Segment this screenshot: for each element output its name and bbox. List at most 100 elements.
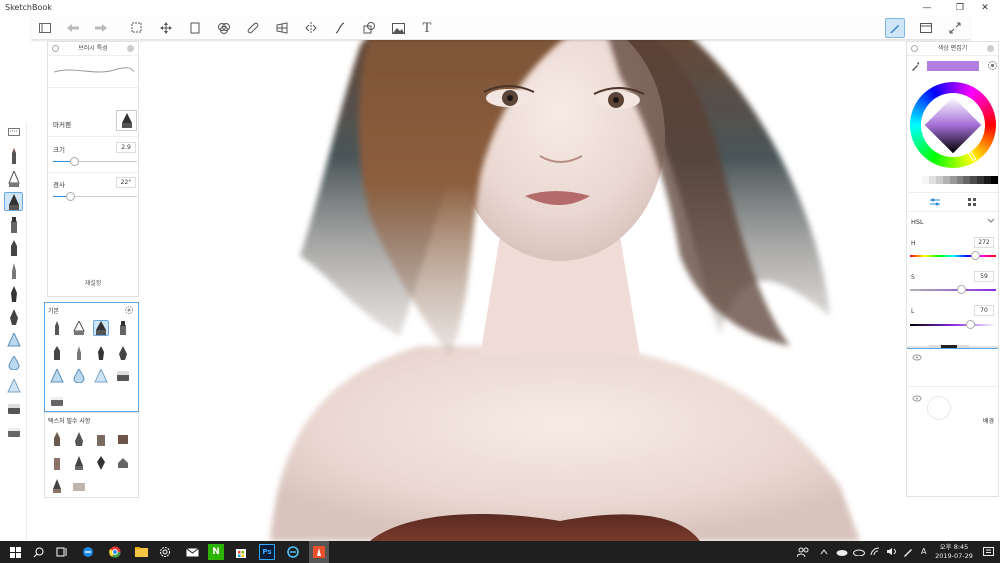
felt-pen-icon[interactable] <box>115 320 131 336</box>
color-settings-icon[interactable] <box>987 60 998 71</box>
swatches-tab-icon[interactable] <box>967 197 977 207</box>
ie-icon[interactable] <box>285 544 301 560</box>
color-swatch[interactable] <box>970 176 978 184</box>
symmetry-icon[interactable] <box>301 18 321 38</box>
chisel-brush-icon[interactable] <box>4 307 23 326</box>
color-swatch[interactable] <box>928 176 936 184</box>
saturation-slider[interactable] <box>910 285 996 294</box>
color-swatch[interactable] <box>942 176 950 184</box>
color-mode-select[interactable]: HSL <box>911 218 924 226</box>
eye-icon[interactable] <box>912 395 922 402</box>
size-value[interactable]: 2.9 <box>116 142 136 153</box>
current-color-swatch[interactable] <box>927 61 979 71</box>
color-swatch[interactable] <box>991 176 998 184</box>
lightness-value[interactable]: 70 <box>974 305 994 316</box>
angle-slider[interactable] <box>53 192 137 201</box>
ime-indicator[interactable]: A <box>921 541 926 563</box>
marker-brush-icon[interactable] <box>4 192 23 211</box>
panel-close-icon[interactable] <box>127 45 134 52</box>
hue-value[interactable]: 272 <box>974 237 994 248</box>
hue-slider-knob[interactable] <box>971 251 980 260</box>
close-icon[interactable]: ✕ <box>970 0 1000 16</box>
brush-thumbnail-button[interactable] <box>116 110 137 131</box>
airbrush-icon[interactable] <box>4 330 23 349</box>
color-wheel[interactable] <box>910 82 996 168</box>
saturation-slider-knob[interactable] <box>957 285 966 294</box>
stroke-icon[interactable] <box>330 18 350 38</box>
texture-brush-icon[interactable] <box>115 431 131 447</box>
chevron-down-icon[interactable] <box>987 218 995 224</box>
chevron-up-icon[interactable] <box>820 541 828 563</box>
saturation-value[interactable]: 59 <box>974 271 994 282</box>
pencil-brush-icon[interactable] <box>49 320 65 336</box>
color-swatch[interactable] <box>956 176 964 184</box>
chrome-icon[interactable] <box>107 544 123 560</box>
hard-eraser-icon[interactable] <box>4 399 23 418</box>
settings-icon[interactable] <box>157 544 173 560</box>
lightness-slider-knob[interactable] <box>966 320 975 329</box>
panel-pin-icon[interactable] <box>52 45 59 52</box>
size-slider[interactable] <box>53 157 137 166</box>
pen-ink-icon[interactable] <box>903 541 914 563</box>
fullscreen-icon[interactable] <box>945 18 965 38</box>
watercolor-icon[interactable] <box>4 353 23 372</box>
naver-icon[interactable]: N <box>208 544 224 560</box>
brush-tool-icon[interactable] <box>885 18 905 38</box>
angle-value[interactable]: 22° <box>116 177 136 188</box>
panel-pin-icon[interactable] <box>911 45 918 52</box>
ruler-icon[interactable] <box>243 18 263 38</box>
window-icon[interactable] <box>916 18 936 38</box>
color-swatch[interactable] <box>984 176 992 184</box>
windows-icon[interactable] <box>7 544 23 560</box>
technical-pen-icon[interactable] <box>4 261 23 280</box>
lightness-slider[interactable] <box>910 320 996 329</box>
undo-icon[interactable] <box>63 18 83 38</box>
color-swatch[interactable] <box>963 176 971 184</box>
pencil-brush-icon[interactable] <box>4 146 23 165</box>
mail-icon[interactable] <box>184 544 200 560</box>
texture-brush-icon[interactable] <box>49 455 65 471</box>
minimize-icon[interactable]: — <box>912 0 942 16</box>
hard-eraser-icon[interactable] <box>115 368 131 384</box>
wifi-icon[interactable] <box>870 541 880 563</box>
background-layer-thumbnail[interactable] <box>927 396 951 420</box>
size-slider-knob[interactable] <box>70 157 79 166</box>
smear-icon[interactable] <box>93 368 109 384</box>
texture-brush-icon[interactable] <box>71 478 87 494</box>
chisel-brush-icon[interactable] <box>115 345 131 361</box>
notification-icon[interactable] <box>983 541 994 563</box>
image-icon[interactable] <box>388 18 408 38</box>
people-icon[interactable] <box>796 541 809 563</box>
paintbrush-icon[interactable] <box>93 345 109 361</box>
texture-brush-icon[interactable] <box>49 431 65 447</box>
panel-close-icon[interactable] <box>987 45 994 52</box>
search-icon[interactable] <box>30 544 46 560</box>
texture-brush-icon[interactable] <box>71 455 87 471</box>
file-explorer-icon[interactable] <box>133 544 149 560</box>
hue-slider[interactable] <box>910 251 996 260</box>
brush-set-settings-icon[interactable] <box>124 305 134 315</box>
technical-pen-icon[interactable] <box>71 345 87 361</box>
onedrive-icon[interactable] <box>853 541 865 563</box>
airbrush-icon[interactable] <box>49 368 65 384</box>
felt-pen-icon[interactable] <box>4 215 23 234</box>
texture-brush-icon[interactable] <box>93 431 109 447</box>
edge-icon[interactable] <box>80 544 96 560</box>
eye-icon[interactable] <box>912 354 922 361</box>
angle-slider-knob[interactable] <box>66 192 75 201</box>
sketchbook-icon[interactable] <box>309 541 329 563</box>
crop-icon[interactable] <box>185 18 205 38</box>
color-picker-icon[interactable] <box>214 18 234 38</box>
color-swatch[interactable] <box>935 176 943 184</box>
sliders-tab-icon[interactable] <box>929 197 941 207</box>
texture-brush-icon[interactable] <box>115 455 131 471</box>
hue-ring-marker[interactable] <box>967 150 977 162</box>
color-swatch[interactable] <box>922 176 929 184</box>
texture-brush-icon[interactable] <box>93 455 109 471</box>
inking-pen-icon[interactable] <box>71 320 87 336</box>
marker-brush-icon[interactable] <box>93 320 109 336</box>
eyedropper-icon[interactable] <box>910 61 920 71</box>
move-icon[interactable] <box>156 18 176 38</box>
volume-icon[interactable] <box>886 541 897 563</box>
reset-button[interactable]: 재설정 <box>48 278 138 287</box>
